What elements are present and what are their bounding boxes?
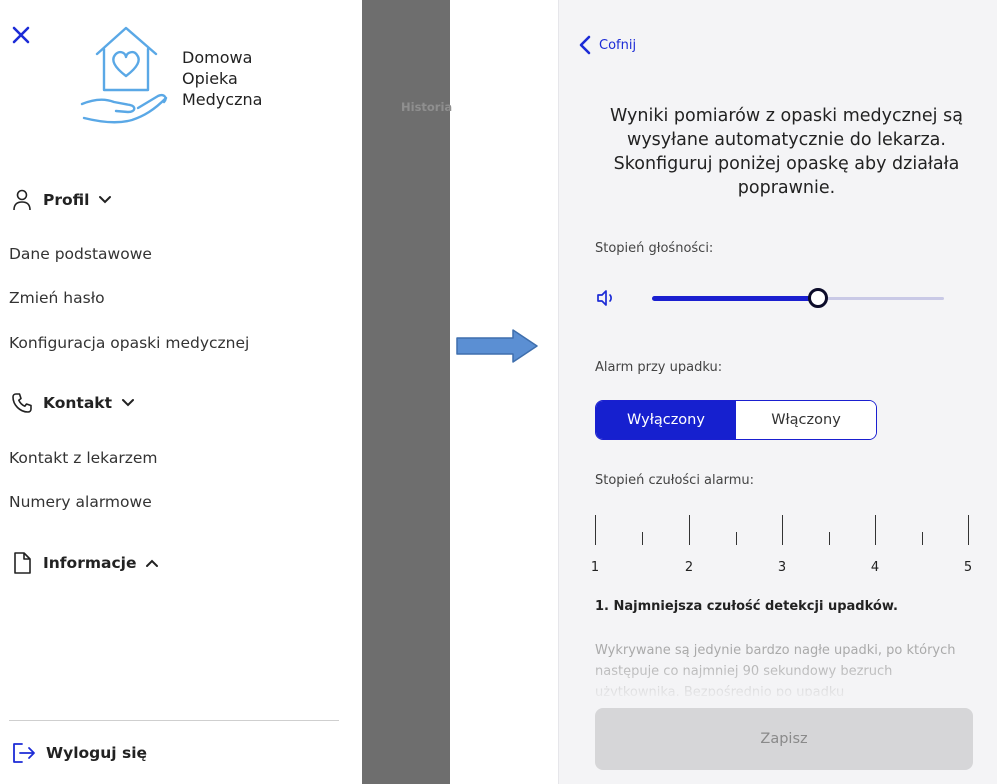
scale-label: 2 — [684, 560, 694, 575]
section-info-toggle[interactable]: Informacje — [9, 550, 159, 576]
sensitivity-level-description: Wykrywane są jedynie bardzo nagłe upadki… — [595, 643, 956, 696]
logo-line: Medyczna — [182, 90, 263, 109]
menu-item-change-password[interactable]: Zmień hasło — [9, 289, 105, 307]
scale-tick-major[interactable] — [595, 515, 596, 545]
dimmed-background-screen[interactable]: Historia — [362, 0, 453, 784]
logout-label: Wyloguj się — [46, 744, 148, 762]
speaker-icon — [597, 290, 612, 306]
scale-tick-major[interactable] — [968, 515, 969, 545]
side-menu: Domowa Opieka Medyczna Profil Dane podst… — [0, 0, 362, 784]
sensitivity-level-title: 1. Najmniejsza czułość detekcji upadków. — [595, 599, 898, 614]
scale-tick-major[interactable] — [875, 515, 876, 545]
scale-tick-minor — [829, 532, 830, 545]
logo-line: Opieka — [182, 69, 238, 88]
scale-tick-major[interactable] — [782, 515, 783, 545]
back-button[interactable]: Cofnij — [579, 35, 636, 55]
scale-label: 4 — [870, 560, 880, 575]
sensitivity-label: Stopień czułości alarmu: — [595, 473, 755, 488]
background-tab-label: Historia — [401, 100, 453, 114]
logo-line: Domowa — [182, 48, 253, 67]
scale-tick-minor — [642, 532, 643, 545]
fall-alarm-toggle: Wyłączony Włączony — [595, 400, 877, 440]
scale-label: 1 — [590, 560, 600, 575]
back-label: Cofnij — [599, 37, 637, 53]
scale-label: 5 — [963, 560, 973, 575]
phone-icon — [9, 390, 35, 416]
volume-slider-thumb[interactable] — [808, 288, 828, 308]
section-contact-heading: Kontakt — [43, 394, 113, 412]
scale-tick-minor — [736, 532, 737, 545]
scale-label: 3 — [777, 560, 787, 575]
chevron-down-icon — [99, 196, 112, 204]
chevron-down-icon — [122, 399, 135, 407]
logout-icon — [13, 743, 35, 763]
logo-text: Domowa Opieka Medyczna — [182, 47, 262, 110]
section-profile-heading: Profil — [43, 191, 90, 209]
scale-tick-major[interactable] — [689, 515, 690, 545]
volume-slider-fill — [652, 296, 818, 301]
menu-item-doctor-contact[interactable]: Kontakt z lekarzem — [9, 449, 158, 467]
fall-alarm-label: Alarm przy upadku: — [595, 360, 723, 375]
band-config-screen: Cofnij Wyniki pomiarów z opaski medyczne… — [558, 0, 997, 784]
volume-slider[interactable] — [652, 286, 944, 310]
close-icon[interactable] — [8, 22, 34, 48]
section-info-heading: Informacje — [43, 554, 137, 572]
fall-alarm-on-option[interactable]: Włączony — [736, 401, 876, 439]
menu-item-basic-data[interactable]: Dane podstawowe — [9, 245, 152, 263]
sensitivity-scale[interactable]: 1 2 3 4 5 — [591, 515, 975, 580]
logo-house-heart-hand-icon — [80, 26, 168, 124]
user-icon — [9, 187, 35, 213]
document-icon — [9, 550, 35, 576]
transition-arrow-icon — [456, 329, 538, 363]
menu-item-band-config[interactable]: Konfiguracja opaski medycznej — [9, 334, 249, 352]
save-button[interactable]: Zapisz — [595, 708, 973, 770]
fall-alarm-off-option[interactable]: Wyłączony — [596, 401, 736, 439]
section-profile-toggle[interactable]: Profil — [9, 187, 112, 213]
menu-item-emergency-numbers[interactable]: Numery alarmowe — [9, 493, 152, 511]
menu-divider — [9, 720, 339, 721]
scale-tick-minor — [922, 532, 923, 545]
logout-button[interactable]: Wyloguj się — [12, 742, 147, 764]
section-contact-toggle[interactable]: Kontakt — [9, 390, 135, 416]
chevron-up-icon — [146, 559, 159, 567]
chevron-left-icon — [579, 35, 591, 55]
intro-text: Wyniki pomiarów z opaski medycznej są wy… — [610, 106, 963, 198]
volume-label: Stopień głośności: — [595, 241, 714, 256]
